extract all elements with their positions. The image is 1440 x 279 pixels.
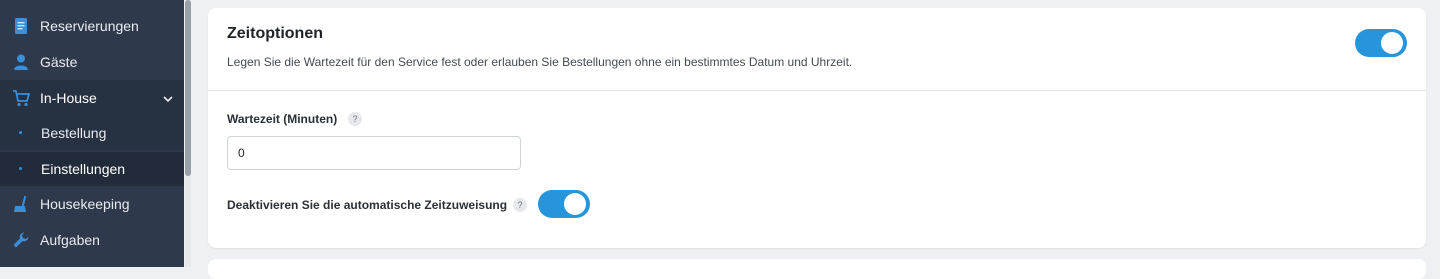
divider: [208, 90, 1426, 91]
document-icon: [12, 17, 30, 35]
sidebar-scrollbar-thumb[interactable]: [185, 0, 191, 176]
sidebar-item-label: In-House: [40, 90, 97, 106]
sidebar-item-in-house[interactable]: In-House: [0, 80, 184, 116]
broom-icon: [12, 195, 30, 213]
wrench-icon: [12, 231, 30, 249]
toggle-knob: [564, 193, 586, 215]
sidebar-item-label: Aufgaben: [40, 232, 100, 248]
chevron-down-icon[interactable]: [162, 92, 174, 104]
sidebar-item-gaeste[interactable]: Gäste: [0, 44, 184, 80]
sidebar: Reservierungen Gäste In-House Bestellung…: [0, 0, 184, 267]
help-icon[interactable]: ?: [348, 112, 362, 126]
sidebar-subitem-bestellung[interactable]: Bestellung: [0, 116, 184, 150]
next-card: [208, 259, 1426, 279]
sidebar-subitem-label: Einstellungen: [41, 161, 126, 177]
bullet-icon: [19, 167, 22, 170]
sidebar-item-aufgaben[interactable]: Aufgaben: [0, 222, 184, 258]
sidebar-subitem-einstellungen[interactable]: Einstellungen: [0, 152, 184, 186]
cart-icon: [12, 89, 30, 107]
card-title: Zeitoptionen: [227, 25, 323, 42]
wait-time-input[interactable]: [227, 136, 521, 170]
auto-time-toggle[interactable]: [538, 190, 590, 218]
bullet-icon: [19, 131, 22, 134]
auto-time-label: Deaktivieren Sie die automatische Zeitzu…: [227, 198, 508, 212]
sidebar-subitem-label: Bestellung: [41, 125, 107, 141]
card-description: Legen Sie die Wartezeit für den Service …: [227, 55, 853, 69]
sidebar-item-housekeeping[interactable]: Housekeeping: [0, 186, 184, 222]
wait-time-label: Wartezeit (Minuten): [227, 112, 338, 126]
sidebar-item-label: Reservierungen: [40, 18, 139, 34]
sidebar-item-label: Gäste: [40, 54, 78, 70]
person-icon: [12, 53, 30, 71]
sidebar-item-label: Housekeeping: [40, 196, 130, 212]
time-options-card: Zeitoptionen Legen Sie die Wartezeit für…: [208, 8, 1426, 248]
sidebar-item-reservierungen[interactable]: Reservierungen: [0, 8, 184, 44]
toggle-knob: [1381, 32, 1403, 54]
help-icon[interactable]: ?: [513, 198, 527, 212]
time-options-toggle[interactable]: [1355, 29, 1407, 57]
